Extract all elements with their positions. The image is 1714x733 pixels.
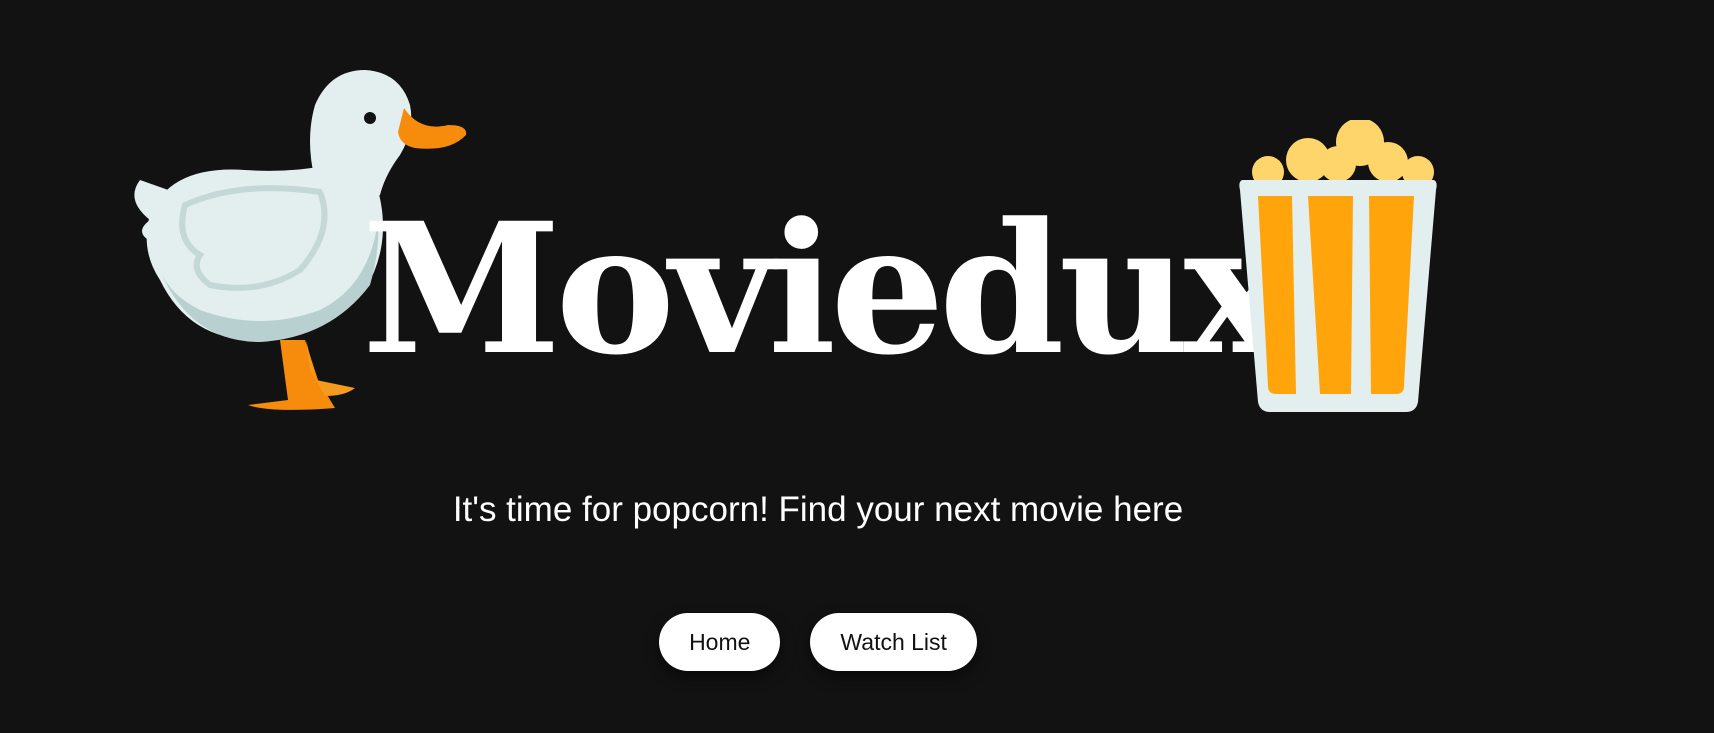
popcorn-icon: [1239, 120, 1437, 412]
tagline: It's time for popcorn! Find your next mo…: [452, 490, 1184, 529]
brand-wordmark: Moviedux: [362, 184, 1291, 395]
main-nav: Home Watch List: [0, 613, 1636, 671]
home-button[interactable]: Home: [659, 613, 781, 671]
watch-list-button[interactable]: Watch List: [810, 613, 977, 671]
hero-logo: Moviedux: [0, 0, 1714, 440]
page: Moviedux It's time for popcorn! Find you…: [0, 0, 1714, 733]
